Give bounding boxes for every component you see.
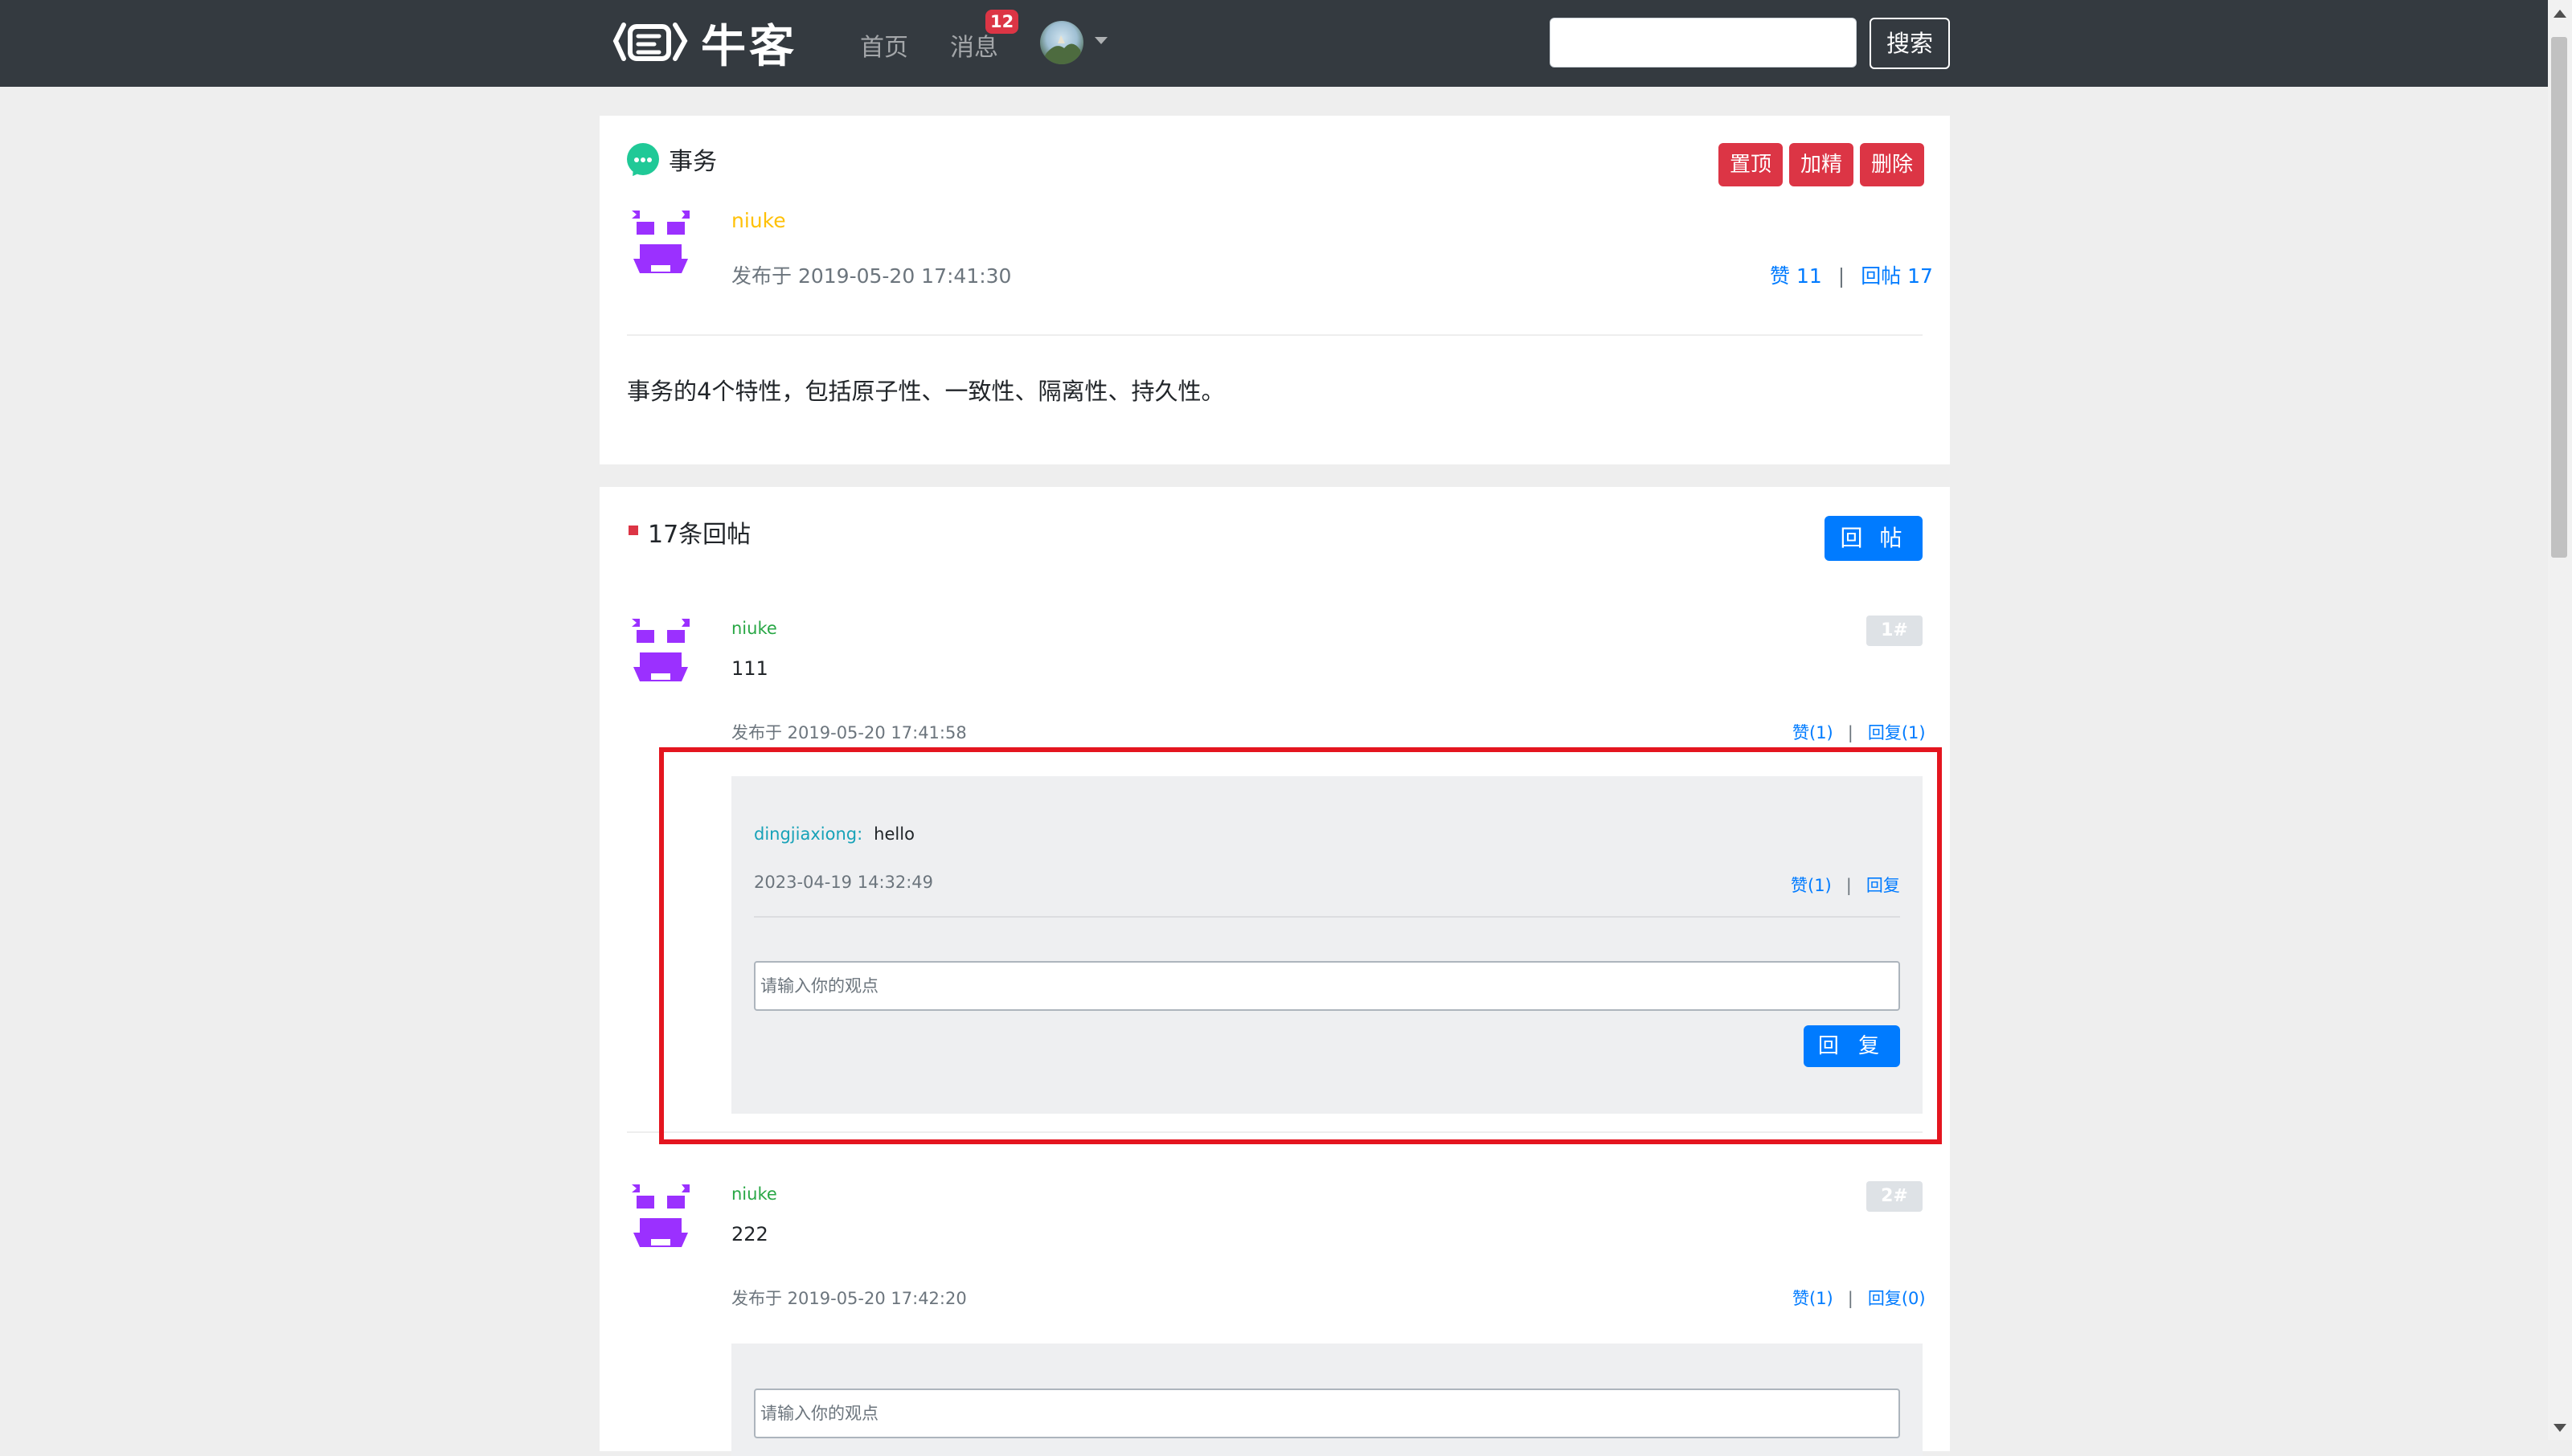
post-author-link[interactable]: niuke xyxy=(731,209,786,232)
post-panel: 事务 置顶 加精 删除 niuke 发布于 2019-05-20 17:41:3… xyxy=(600,116,1950,464)
scroll-down-icon[interactable] xyxy=(2554,1424,2566,1432)
post-reply-button[interactable]: 回 帖 xyxy=(1825,516,1923,561)
post-reply-link[interactable]: 回帖 17 xyxy=(1861,264,1933,288)
divider xyxy=(627,334,1923,336)
comment-box xyxy=(731,1344,1923,1456)
reply-like-link[interactable]: 赞(1) xyxy=(1792,723,1833,742)
reply-avatar[interactable] xyxy=(629,1183,693,1255)
reply-count-label: 17条回帖 xyxy=(648,521,752,549)
niuke-logo-icon xyxy=(612,22,688,61)
reply-reply-link[interactable]: 回复(1) xyxy=(1868,723,1926,742)
avatar xyxy=(1040,35,1083,64)
pin-button[interactable]: 置顶 xyxy=(1718,143,1783,186)
reply-author-link[interactable]: niuke xyxy=(731,619,777,638)
post-like-link[interactable]: 赞 11 xyxy=(1770,264,1822,288)
highlight-button[interactable]: 加精 xyxy=(1789,143,1853,186)
reply-reply-link[interactable]: 回复(0) xyxy=(1868,1289,1926,1308)
comment-item: dingjiaxiong: hello xyxy=(754,824,915,844)
submit-reply-button[interactable]: 回 复 xyxy=(1804,1025,1900,1067)
post-title: 事务 xyxy=(669,148,717,176)
search-button[interactable]: 搜索 xyxy=(1870,18,1950,69)
logo-text: 牛客 xyxy=(701,20,797,73)
comment-reply-link[interactable]: 回复 xyxy=(1866,876,1900,895)
reply-like-link[interactable]: 赞(1) xyxy=(1792,1289,1833,1308)
message-count-badge: 12 xyxy=(985,10,1019,34)
floor-badge: 2# xyxy=(1866,1181,1923,1212)
divider xyxy=(627,1131,1923,1133)
site-logo[interactable]: 牛客 xyxy=(612,16,797,73)
caret-down-icon[interactable] xyxy=(1095,37,1108,44)
search-input[interactable] xyxy=(1550,18,1857,67)
reply-avatar[interactable] xyxy=(629,617,693,689)
top-navbar: 牛客 首页 消息 12 搜索 xyxy=(0,0,2548,87)
nav-home-link[interactable]: 首页 xyxy=(860,27,908,63)
separator: | xyxy=(1837,264,1845,288)
reply-date: 发布于 2019-05-20 17:42:20 xyxy=(731,1289,967,1308)
author-avatar[interactable] xyxy=(629,209,693,281)
separator: | xyxy=(1845,876,1852,895)
bullet-square-icon xyxy=(629,526,638,535)
comment-box: dingjiaxiong: hello 2023-04-19 14:32:49 赞… xyxy=(731,776,1923,1114)
separator: | xyxy=(1847,723,1853,742)
floor-badge: 1# xyxy=(1866,616,1923,646)
reply-author-link[interactable]: niuke xyxy=(731,1184,777,1204)
divider xyxy=(754,916,1900,918)
reply-actions: 赞(1) | 回复(1) xyxy=(1792,720,1926,744)
comment-user-link[interactable]: dingjiaxiong: xyxy=(754,824,862,844)
scroll-up-icon[interactable] xyxy=(2554,10,2566,18)
reply-date: 发布于 2019-05-20 17:41:58 xyxy=(731,723,967,742)
post-content: 事务的4个特性，包括原子性、一致性、隔离性、持久性。 xyxy=(627,378,1225,405)
reply-content: 111 xyxy=(731,657,768,680)
delete-button[interactable]: 删除 xyxy=(1860,143,1924,186)
comment-actions: 赞(1) | 回复 xyxy=(1791,873,1900,897)
comment-like-link[interactable]: 赞(1) xyxy=(1791,876,1832,895)
scrollbar-thumb[interactable] xyxy=(2551,37,2567,558)
identicon-avatar xyxy=(632,1184,690,1247)
identicon-avatar xyxy=(632,619,690,681)
reply-actions: 赞(1) | 回复(0) xyxy=(1792,1286,1926,1310)
post-published-date: 发布于 2019-05-20 17:41:30 xyxy=(731,264,1012,288)
post-stats: 赞 11 | 回帖 17 xyxy=(1770,260,1933,289)
user-avatar-menu[interactable] xyxy=(1040,21,1083,64)
replies-panel: 17条回帖 回 帖 niuke 1# 111 发布于 2019-05-20 17… xyxy=(600,487,1950,1456)
identicon-avatar xyxy=(632,211,690,273)
separator: | xyxy=(1847,1289,1853,1308)
comment-date: 2023-04-19 14:32:49 xyxy=(754,873,934,892)
comment-input[interactable] xyxy=(754,961,1900,1011)
comment-text: hello xyxy=(874,824,915,844)
chat-bubble-icon xyxy=(627,143,659,179)
reply-content: 222 xyxy=(731,1223,768,1245)
comment-input[interactable] xyxy=(754,1389,1900,1438)
